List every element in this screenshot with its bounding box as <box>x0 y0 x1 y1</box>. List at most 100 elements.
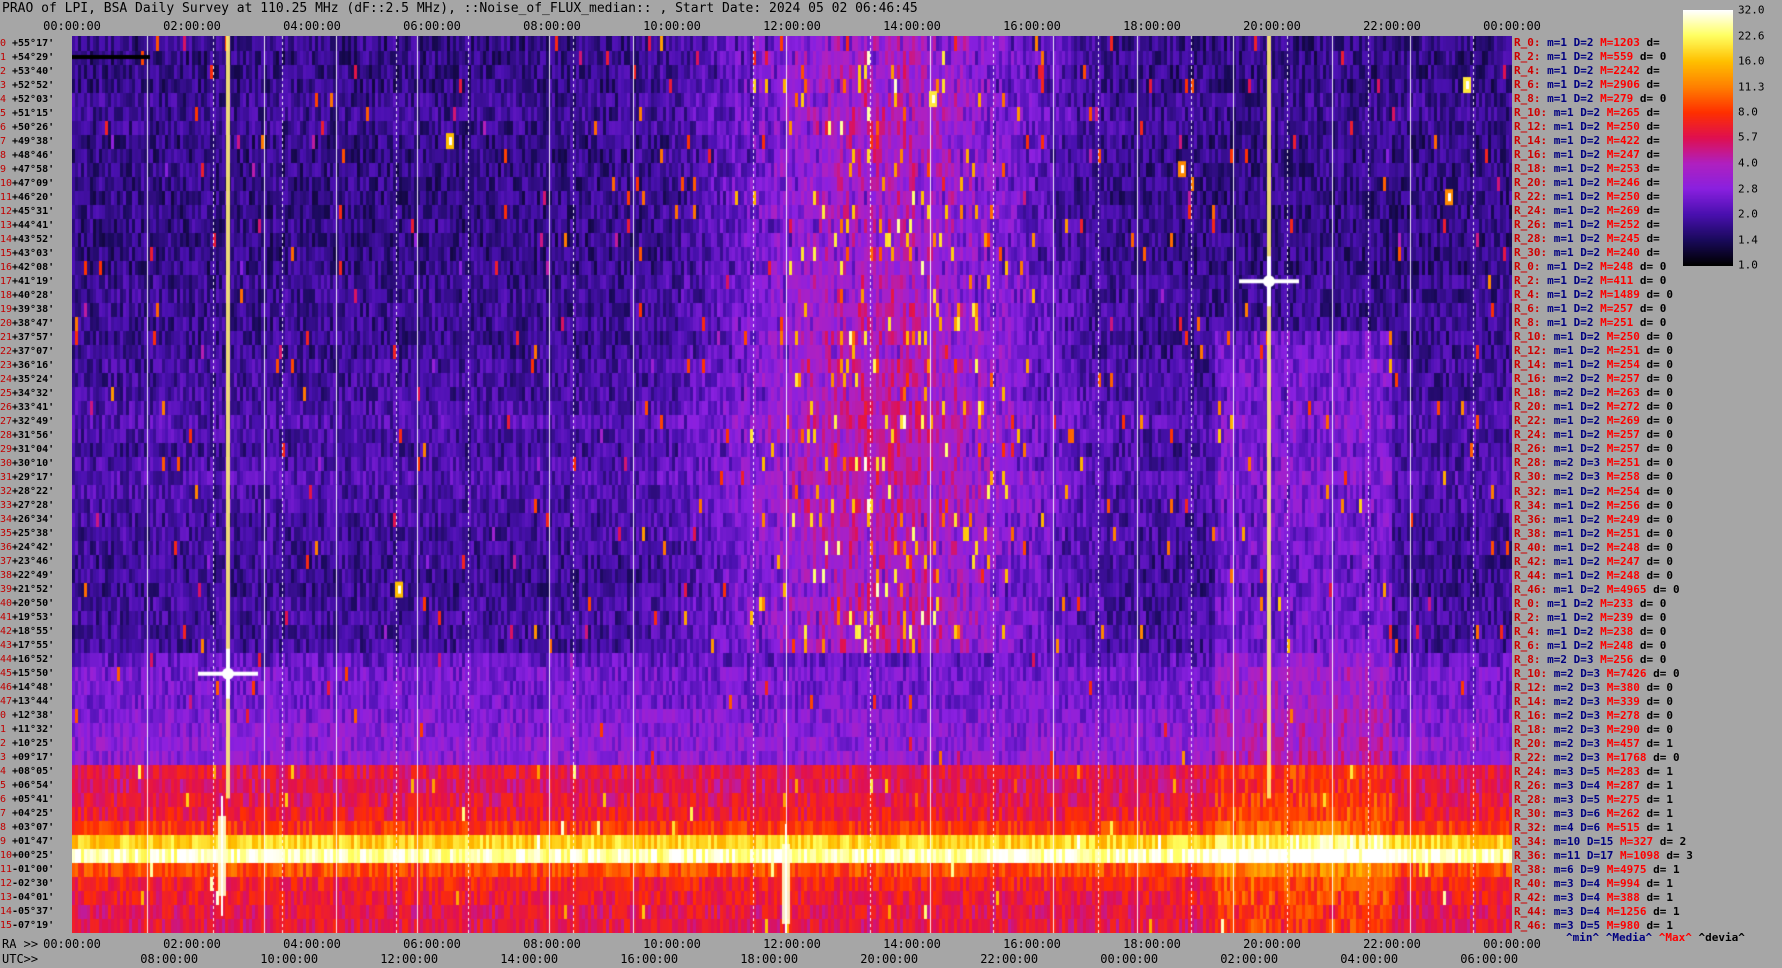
stat-max: M=251 <box>1606 456 1647 470</box>
stat-max: M=257 <box>1606 442 1647 456</box>
declination-label: 15+43°03' <box>0 248 54 259</box>
declination-label: 25+34°32' <box>0 388 54 399</box>
declination-label: 3 +52°52' <box>0 80 54 91</box>
beam-index: 6 <box>0 121 7 133</box>
axis-tick-label: 06:00:00 <box>403 19 461 33</box>
stat-row: R_0: m=1 D=2 M=233 d= 0 <box>1514 596 1666 610</box>
stat-deviation: d= 0 <box>1646 526 1673 540</box>
axis-tick-label: 12:00:00 <box>763 937 821 951</box>
stat-max: M=1098 <box>1619 848 1667 862</box>
stat-row: R_6: m=1 D=2 M=2906 d= <box>1514 79 1660 91</box>
stat-deviation: d= 0 <box>1639 624 1667 638</box>
stat-deviation: d= <box>1646 176 1660 190</box>
declination-value: -01°00' <box>12 864 55 876</box>
declination-value: +50°26' <box>12 121 55 133</box>
stat-row: R_24: m=1 D=2 M=257 d= 0 <box>1514 429 1673 441</box>
declination-label: 33+27°28' <box>0 500 54 511</box>
stat-ray: R_4: <box>1514 288 1548 302</box>
stat-min-median: m=2 D=3 <box>1553 470 1607 484</box>
declination-label: 13+44°41' <box>0 220 54 231</box>
declination-label: 4 +08°05' <box>0 766 54 777</box>
beam-index: 3 <box>0 79 7 91</box>
declination-value: +11°32' <box>12 724 55 736</box>
heatmap-canvas <box>72 36 1512 933</box>
declination-label: 2 +53°40' <box>0 66 54 77</box>
stat-ray: R_10: <box>1514 106 1554 120</box>
stat-row: R_6: m=1 D=2 M=257 d= 0 <box>1514 303 1666 315</box>
stat-max: M=263 <box>1606 386 1647 400</box>
stat-row: R_14: m=2 D=3 M=339 d= 0 <box>1514 695 1673 708</box>
stat-min-median: m=1 D=2 <box>1553 442 1607 456</box>
declination-label: 27+32°49' <box>0 416 54 427</box>
stat-deviation: d= 0 <box>1646 512 1673 526</box>
stat-min-median: m=3 D=4 <box>1553 876 1607 890</box>
stat-min-median: m=3 D=5 <box>1553 792 1607 806</box>
stat-min-median: m=1 D=2 <box>1547 596 1601 610</box>
stat-ray: R_42: <box>1514 890 1554 904</box>
declination-label: 11+46°20' <box>0 192 54 203</box>
stat-max: M=251 <box>1606 526 1647 540</box>
colorbar-tick: 8.0 <box>1738 105 1758 119</box>
stat-max: M=247 <box>1606 148 1647 162</box>
stat-ray: R_2: <box>1514 274 1548 288</box>
stat-deviation: d= 0 <box>1646 414 1673 428</box>
stat-row: R_18: m=2 D=2 M=263 d= 0 <box>1514 387 1673 399</box>
stat-ray: R_6: <box>1514 302 1548 316</box>
declination-label: 11-01°00' <box>0 864 54 875</box>
declination-label: 7 +49°38' <box>0 136 54 147</box>
stat-row: R_16: m=1 D=2 M=247 d= <box>1514 149 1660 161</box>
declination-value: +21°52' <box>12 584 55 596</box>
beam-index: 31 <box>0 471 13 483</box>
stat-max: M=457 <box>1606 736 1647 750</box>
stat-ray: R_20: <box>1514 400 1554 414</box>
stat-ray: R_0: <box>1514 36 1548 49</box>
axis-tick-label: 14:00:00 <box>500 952 559 966</box>
stat-ray: R_26: <box>1514 218 1554 232</box>
stat-deviation: d= 0 <box>1639 92 1667 106</box>
beam-index: 4 <box>0 766 7 778</box>
stat-max: M=290 <box>1606 722 1647 736</box>
stat-row: R_24: m=1 D=2 M=269 d= <box>1514 205 1660 217</box>
stat-deviation: d= 0 <box>1646 456 1673 470</box>
stat-max: M=272 <box>1606 400 1647 414</box>
declination-value: +01°47' <box>12 836 55 848</box>
stat-deviation: d= <box>1646 218 1660 232</box>
declination-label: 45+15°50' <box>0 668 54 679</box>
stat-max: M=279 <box>1600 92 1640 106</box>
declination-value: +55°17' <box>12 37 55 49</box>
stat-max: M=1768 <box>1606 750 1654 764</box>
stat-ray: R_32: <box>1514 484 1554 498</box>
stat-max: M=994 <box>1606 876 1647 890</box>
stat-row: R_22: m=1 D=2 M=250 d= <box>1514 191 1660 203</box>
beam-index: 45 <box>0 668 13 680</box>
stat-deviation: d= 1 <box>1646 876 1673 890</box>
declination-label: 14-05°37' <box>0 906 54 917</box>
stat-min-median: m=3 D=4 <box>1553 904 1607 918</box>
stat-ray: R_18: <box>1514 722 1554 736</box>
declination-label: 6 +05°41' <box>0 794 54 805</box>
beam-index: 15 <box>0 920 13 932</box>
stat-max: M=245 <box>1606 232 1647 246</box>
axis-tick-label: 20:00:00 <box>860 952 919 966</box>
declination-label: 38+22°49' <box>0 570 54 581</box>
stat-deviation: d= 1 <box>1653 904 1680 918</box>
declination-value: +39°38' <box>12 303 55 315</box>
stat-ray: R_10: <box>1514 330 1554 344</box>
stat-deviation: d= 1 <box>1646 792 1673 806</box>
declination-label: 21+37°57' <box>0 332 54 343</box>
stat-max: M=257 <box>1600 302 1640 316</box>
beam-index: 19 <box>0 303 13 315</box>
stat-ray: R_28: <box>1514 792 1554 806</box>
stat-min-median: m=1 D=2 <box>1547 302 1601 316</box>
declination-label: 24+35°24' <box>0 374 54 385</box>
declination-value: +37°07' <box>12 345 55 357</box>
declination-label: 14+43°52' <box>0 234 54 245</box>
stat-ray: R_12: <box>1514 680 1554 694</box>
declination-label: 13-04°01' <box>0 892 54 903</box>
beam-index: 5 <box>0 107 7 119</box>
stat-deviation: d= <box>1646 78 1660 92</box>
stat-row: R_28: m=2 D=3 M=251 d= 0 <box>1514 457 1673 469</box>
stat-ray: R_24: <box>1514 204 1554 218</box>
declination-value: +52°03' <box>12 93 55 105</box>
stat-min-median: m=2 D=3 <box>1553 666 1607 680</box>
